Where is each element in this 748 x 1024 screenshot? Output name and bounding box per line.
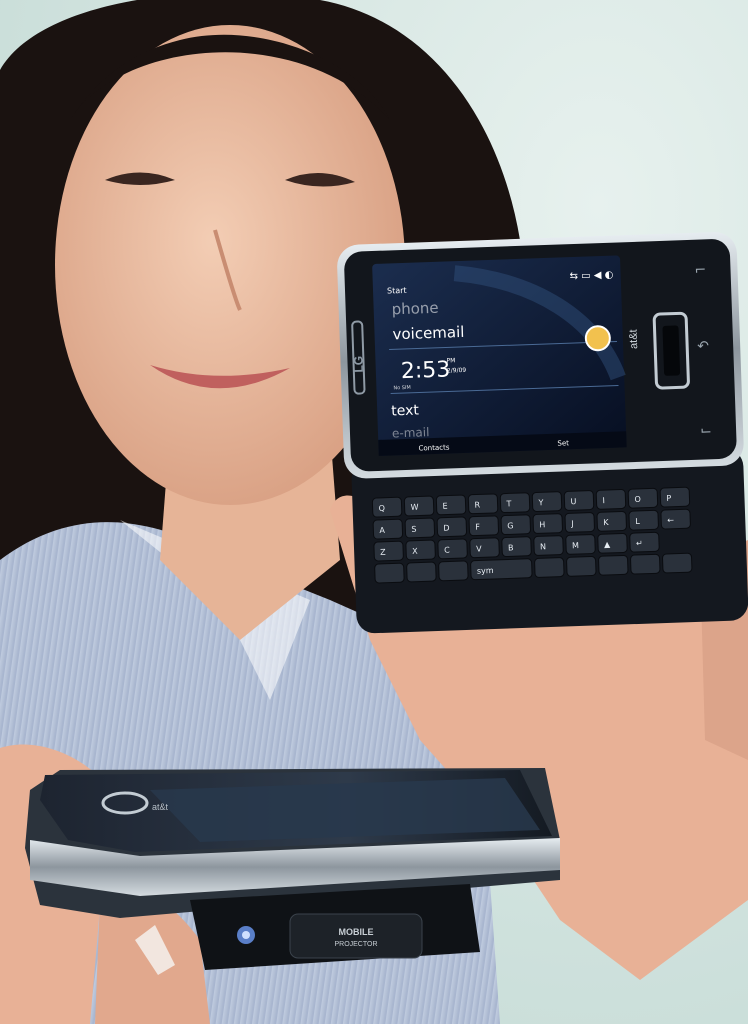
keyboard-key: [436, 516, 468, 538]
keyboard-key: [501, 536, 532, 558]
keyboard-key-label: O: [634, 495, 641, 504]
menu-item-text: text: [391, 402, 420, 419]
keyboard-key-label: ↵: [636, 539, 643, 548]
keyboard-key: [630, 553, 661, 575]
keyboard-key: [500, 514, 531, 536]
keyboard-key: [532, 513, 563, 534]
keyboard-key-label: W: [410, 503, 418, 512]
keyboard-key-label: N: [540, 542, 546, 551]
keyboard-key-label: B: [508, 543, 514, 552]
keyboard-key-label: sym: [477, 566, 494, 576]
keyboard-key: [596, 510, 627, 532]
lower-carrier-logo: at&t: [152, 802, 169, 812]
keyboard-key: [469, 537, 500, 559]
keyboard-key-label: J: [570, 519, 574, 528]
keyboard-key: [468, 515, 499, 537]
keyboard-key: [371, 496, 403, 518]
softkey-right: Set: [557, 439, 569, 447]
projector-label-line1: MOBILE: [339, 927, 374, 937]
keyboard-key: [660, 508, 691, 530]
keyboard-key: [373, 540, 404, 562]
keyboard-key-label: G: [507, 521, 514, 530]
keyboard-key: [566, 556, 597, 577]
clock-time: 2:53: [400, 357, 450, 384]
keyboard-key-label: C: [444, 545, 450, 554]
keyboard-key: [662, 552, 693, 574]
photo-scene: Q W E R T Y U I O PA S D F G H J K L ←Z X C V B N M ▲ ↵sym Start ⇆…: [0, 0, 748, 1024]
softkey-left: Contacts: [418, 443, 449, 452]
lens-highlight: [242, 931, 250, 939]
keyboard-key: [598, 554, 629, 576]
keyboard-key: [372, 518, 404, 540]
keyboard-key-label: P: [666, 494, 671, 503]
keyboard-key: [629, 531, 660, 553]
keyboard-key-label: V: [476, 544, 482, 553]
keyboard-key-label: T: [505, 499, 511, 508]
clock-ampm: PM: [446, 357, 455, 364]
keyboard-key-label: I: [602, 496, 605, 505]
keyboard-key-label: H: [539, 520, 545, 529]
keyboard-key: [467, 493, 499, 515]
keyboard-key-label: D: [443, 523, 449, 532]
keyboard-key: [533, 535, 564, 556]
keyboard-key-label: A: [379, 526, 385, 535]
keyboard-key: [374, 562, 405, 584]
keyboard-key-label: E: [442, 502, 447, 511]
menu-item-voicemail: voicemail: [392, 323, 464, 343]
keyboard-key-label: F: [475, 522, 480, 531]
keyboard-key: [405, 539, 436, 561]
keyboard-key: [437, 538, 468, 560]
keyboard-key: [404, 517, 436, 539]
keyboard-key-label: Z: [380, 548, 386, 557]
menu-item-email: e-mail: [392, 425, 430, 440]
keyboard-key: [565, 534, 596, 555]
clock-icon: [584, 325, 611, 352]
projector-label-line2: PROJECTOR: [334, 941, 377, 948]
keyboard-key: [563, 490, 595, 511]
start-label: Start: [387, 286, 407, 296]
keyboard-key-label: M: [572, 541, 579, 550]
keyboard-key-label: Q: [378, 504, 385, 513]
keyboard-key: [564, 512, 595, 533]
keyboard-key: [659, 486, 691, 508]
clock-sub: No SIM: [393, 385, 411, 392]
keyboard-key-label: R: [474, 500, 480, 509]
keyboard-key: [435, 494, 467, 516]
clock-date: 2/9/09: [447, 367, 467, 375]
keyboard-key: [628, 509, 659, 531]
keyboard-key-label: Y: [537, 498, 543, 507]
carrier-logo: at&t: [628, 329, 641, 349]
joystick-center: [662, 325, 681, 376]
keyboard-key-label: S: [411, 525, 416, 534]
keyboard-key: [406, 561, 437, 583]
keyboard-key: [499, 492, 531, 514]
keyboard-key-label: U: [570, 497, 576, 506]
keyboard-key: [438, 560, 469, 582]
keyboard-key-label: X: [412, 547, 418, 556]
keyboard-key: [595, 488, 627, 510]
call-icon: ⌐: [694, 262, 706, 278]
keyboard-key: [403, 495, 435, 517]
keyboard-key-label: ←: [667, 516, 674, 525]
keyboard-key: [534, 557, 565, 578]
end-icon: ⌙: [700, 422, 712, 438]
back-icon: ↶: [697, 338, 710, 354]
keyboard-key: [531, 491, 563, 512]
status-icons: ⇆ ▭ ◀ ◐: [569, 270, 613, 283]
keyboard-key: [597, 532, 628, 554]
keyboard-key: [627, 487, 659, 509]
menu-item-phone: phone: [391, 299, 439, 319]
slider-phone: Q W E R T Y U I O PA S D F G H J K L ←Z X C V B N M ▲ ↵sym Start ⇆…: [337, 232, 748, 634]
